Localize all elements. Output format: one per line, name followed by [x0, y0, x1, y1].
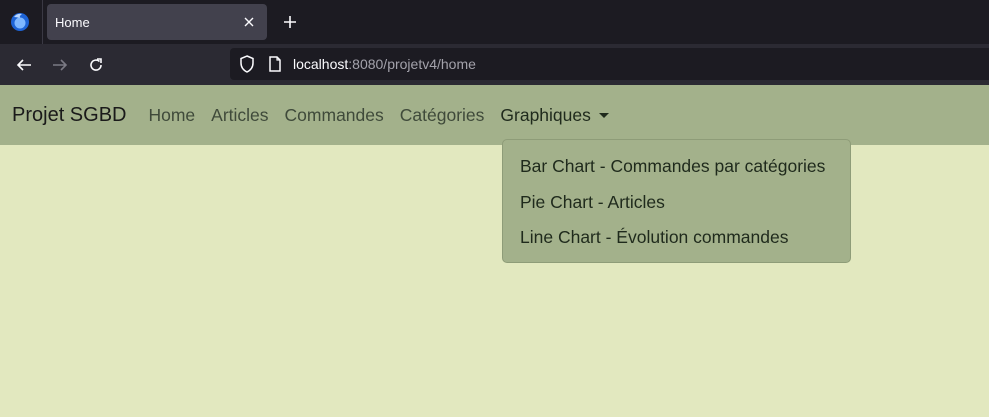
url-text[interactable]: localhost:8080/projetv4/home [293, 56, 476, 72]
reload-icon[interactable] [83, 52, 109, 78]
shield-icon[interactable] [238, 55, 256, 73]
graphiques-dropdown-menu: Bar Chart - Commandes par catégories Pie… [502, 139, 851, 263]
url-bar[interactable]: localhost:8080/projetv4/home [230, 48, 989, 80]
tab-title: Home [55, 14, 90, 30]
forward-arrow-icon[interactable] [47, 52, 73, 78]
url-path: :8080/projetv4/home [348, 56, 476, 72]
browser-toolbar: localhost:8080/projetv4/home [0, 44, 989, 85]
page-icon[interactable] [266, 55, 284, 73]
browser-tab[interactable]: Home [47, 4, 267, 40]
nav-dropdown-toggle-graphiques[interactable]: Graphiques [492, 105, 616, 126]
plus-icon[interactable] [278, 10, 302, 34]
site-navbar: Projet SGBD Home Articles Commandes Caté… [0, 85, 989, 145]
nav-link-commandes[interactable]: Commandes [277, 105, 392, 126]
back-arrow-icon[interactable] [11, 52, 37, 78]
url-host: localhost [293, 56, 349, 72]
nav-link-home[interactable]: Home [140, 105, 203, 126]
browser-tab-bar: Home [0, 0, 989, 44]
caret-down-icon [598, 112, 609, 118]
tab-separator [42, 0, 43, 44]
nav-dropdown-label: Graphiques [500, 104, 591, 125]
dropdown-item-pie-chart[interactable]: Pie Chart - Articles [503, 185, 850, 221]
dropdown-item-line-chart[interactable]: Line Chart - Évolution commandes [503, 220, 850, 256]
navbar-brand[interactable]: Projet SGBD [12, 104, 126, 127]
nav-link-categories[interactable]: Catégories [392, 105, 493, 126]
dropdown-item-bar-chart[interactable]: Bar Chart - Commandes par catégories [503, 149, 850, 185]
nav-link-articles[interactable]: Articles [203, 105, 276, 126]
firefox-icon[interactable] [10, 12, 30, 32]
close-icon[interactable] [237, 10, 261, 34]
